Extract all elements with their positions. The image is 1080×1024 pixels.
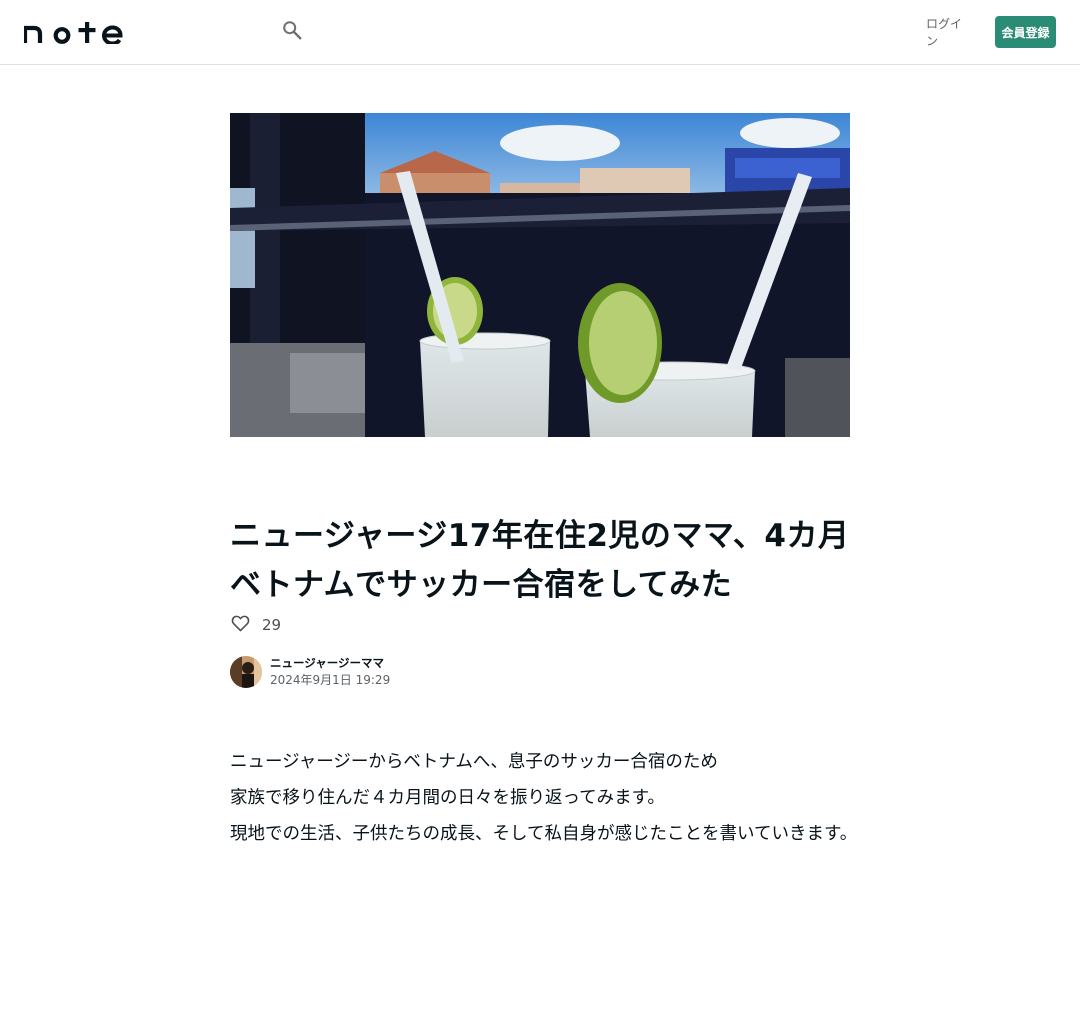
- note-logo[interactable]: [22, 20, 124, 46]
- search-button[interactable]: [279, 19, 305, 45]
- body-paragraph: ニュージャージーからベトナムへ、息子のサッカー合宿のため: [230, 752, 718, 772]
- search-icon: [281, 19, 303, 45]
- login-link[interactable]: ログイン: [926, 16, 972, 48]
- article-body: ニュージャージーからベトナムへ、息子のサッカー合宿のため 家族で移り住んだ４カ月…: [230, 744, 858, 852]
- post-date: 2024年9月1日 19:29: [270, 672, 391, 687]
- author-meta: ニュージャージーママ 2024年9月1日 19:29: [270, 655, 390, 689]
- top-header: ログイン 会員登録: [0, 0, 1080, 65]
- body-paragraph: 現地での生活、子供たちの成長、そして私自身が感じたことを書いていきます。: [230, 824, 858, 844]
- body-paragraph: 家族で移り住んだ４カ月間の日々を振り返ってみます。: [230, 788, 665, 808]
- hero-image: [230, 113, 850, 437]
- like-button[interactable]: [230, 615, 250, 635]
- like-row: 29: [230, 612, 281, 638]
- like-count: 29: [262, 616, 282, 634]
- article-title: ニュージャージ17年在住2児のママ、4カ月ベトナムでサッカー合宿をしてみた: [230, 518, 850, 603]
- heart-outline-icon: [231, 614, 250, 636]
- avatar[interactable]: [230, 655, 262, 688]
- author-name[interactable]: ニュージャージーママ: [270, 655, 390, 672]
- signup-button[interactable]: 会員登録: [995, 16, 1056, 48]
- author-info: ニュージャージーママ 2024年9月1日 19:29: [230, 655, 390, 688]
